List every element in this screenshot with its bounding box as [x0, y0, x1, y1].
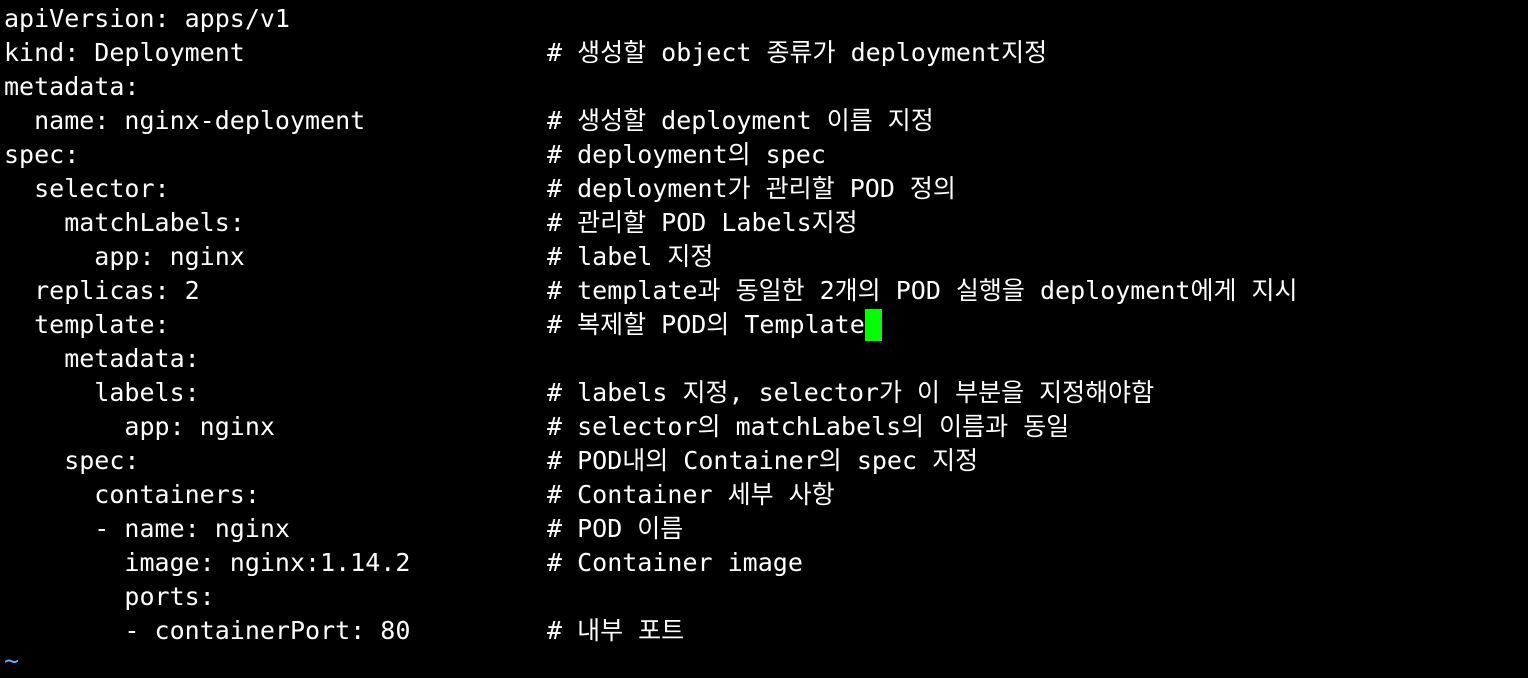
yaml-code: labels: — [4, 378, 200, 407]
text-cursor — [864, 309, 882, 341]
empty-line-marker: ~ — [4, 646, 20, 675]
yaml-comment: # label 지정 — [547, 242, 714, 271]
yaml-comment: # 내부 포트 — [547, 616, 685, 645]
yaml-code: app: nginx — [4, 242, 245, 271]
yaml-code: template: — [4, 310, 170, 339]
yaml-code: metadata: — [4, 344, 200, 373]
yaml-comment: # 생성할 deployment 이름 지정 — [547, 106, 934, 135]
yaml-code: name: nginx-deployment — [4, 106, 366, 135]
yaml-code: selector: — [4, 174, 170, 203]
yaml-code: containers: — [4, 480, 260, 509]
yaml-code: matchLabels: — [4, 208, 245, 237]
yaml-comment: # selector의 matchLabels의 이름과 동일 — [547, 412, 1070, 441]
yaml-code: app: nginx — [4, 412, 275, 441]
yaml-comment: # template과 동일한 2개의 POD 실행을 deployment에게… — [547, 276, 1298, 305]
yaml-code: ports: — [4, 582, 215, 611]
yaml-code: replicas: 2 — [4, 276, 200, 305]
yaml-comment: # deployment가 관리할 POD 정의 — [547, 174, 956, 203]
yaml-comment: # deployment의 spec — [547, 140, 826, 169]
yaml-code: apiVersion: apps/v1 — [4, 4, 290, 33]
vim-editor[interactable]: apiVersion: apps/v1 kind: Deployment # 생성할… — [4, 0, 1524, 675]
yaml-code: metadata: — [4, 72, 140, 101]
yaml-code: spec: — [4, 140, 80, 169]
yaml-comment: # labels 지정, selector가 이 부분을 지정해야함 — [547, 378, 1155, 407]
yaml-code: kind: Deployment — [4, 38, 245, 67]
yaml-comment: # Container image — [547, 548, 803, 577]
yaml-comment: # 복제할 POD의 Template — [547, 308, 882, 342]
yaml-code: - name: nginx — [4, 514, 290, 543]
yaml-comment: # POD내의 Container의 spec 지정 — [547, 446, 979, 475]
yaml-comment: # 생성할 object 종류가 deployment지정 — [547, 38, 1048, 67]
yaml-comment: # 관리할 POD Labels지정 — [547, 208, 858, 237]
yaml-code: spec: — [4, 446, 140, 475]
yaml-code: - containerPort: 80 — [4, 616, 411, 645]
yaml-code: image: nginx:1.14.2 — [4, 548, 411, 577]
yaml-comment: # Container 세부 사항 — [547, 480, 835, 509]
yaml-comment: # POD 이름 — [547, 514, 684, 543]
